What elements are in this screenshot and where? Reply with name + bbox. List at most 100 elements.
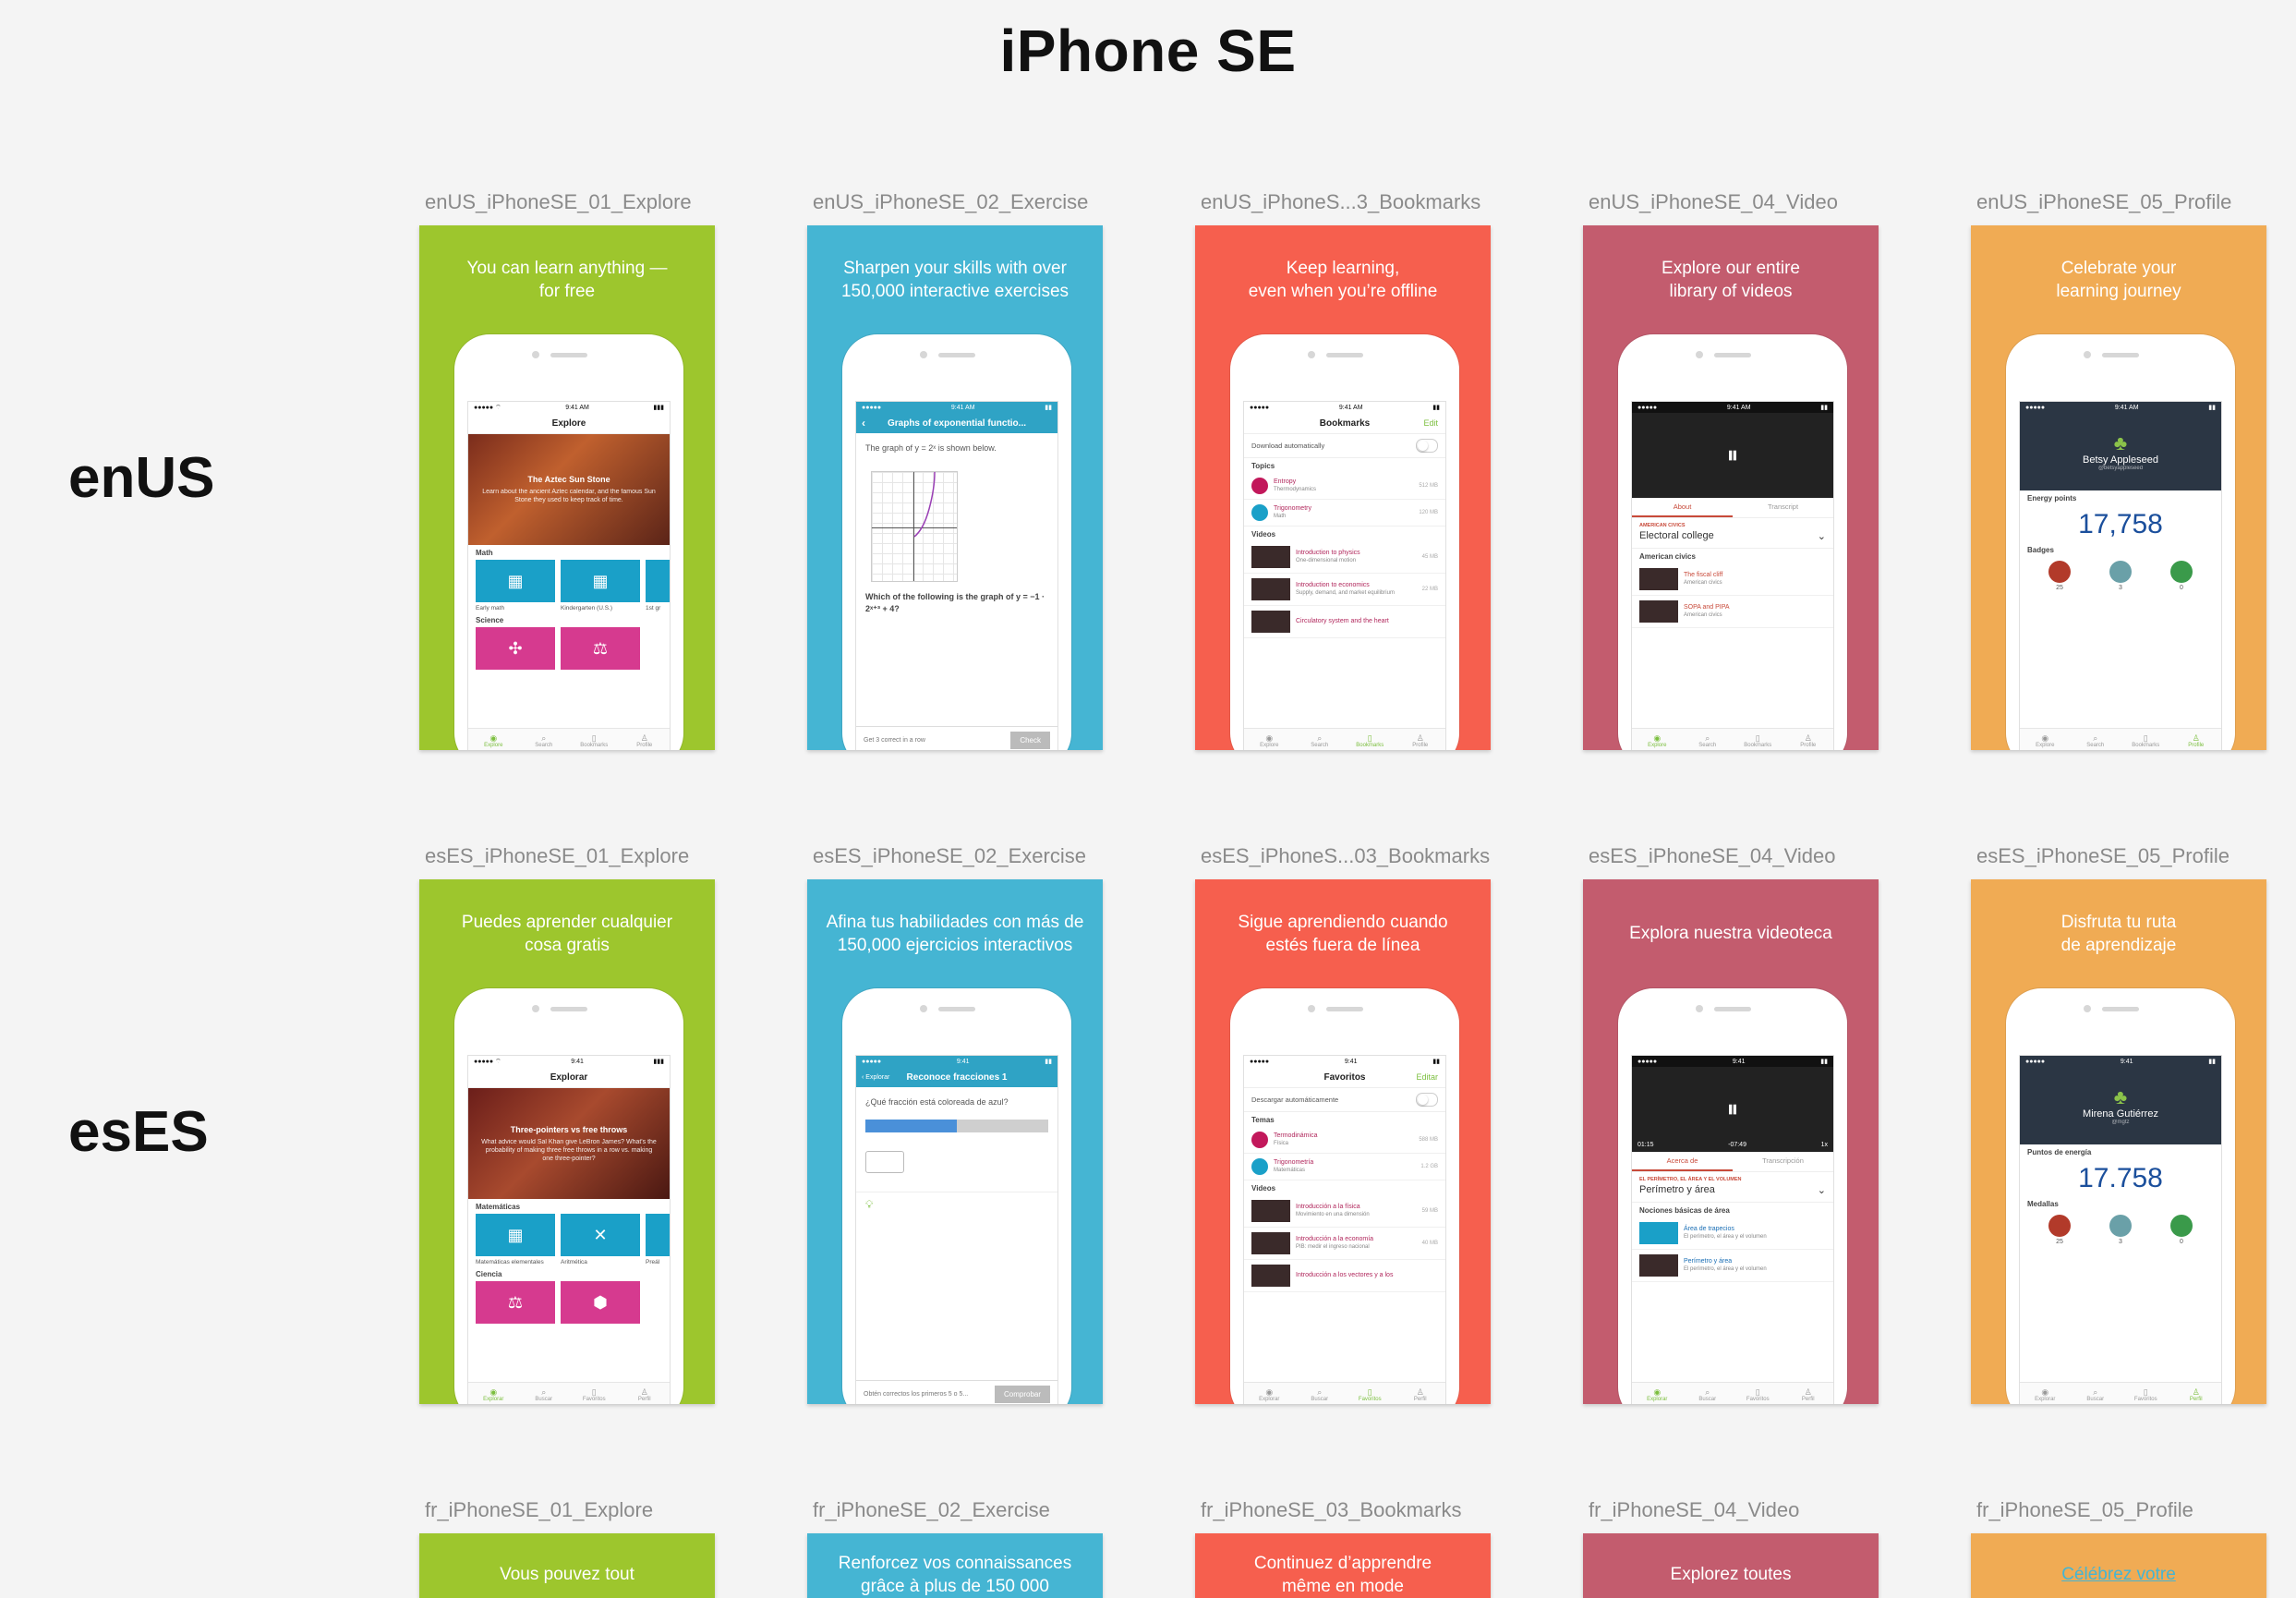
tab-profile[interactable]: ♙ Profile (1783, 729, 1834, 750)
tab-explore[interactable]: ◉ Explorar (468, 1383, 519, 1404)
list-item[interactable]: Introduction to physics One-dimensional m… (1244, 541, 1445, 574)
tab-bookmarks[interactable]: ▯ Bookmarks (1733, 729, 1783, 750)
badge-meteorite[interactable]: 25 (2048, 561, 2071, 591)
tab-search[interactable]: ⌕ Buscar (519, 1383, 570, 1404)
tab-bookmarks[interactable]: ▯ Favoritos (1345, 1383, 1396, 1404)
tab-bookmarks[interactable]: ▯ Bookmarks (569, 729, 620, 750)
tab-profile[interactable]: ♙ Profile (620, 729, 671, 750)
tile-kindergarten[interactable]: ▦ Kindergarten (U.S.) (561, 560, 640, 612)
artboard-enus-profile[interactable]: enUS_iPhoneSE_05_Profile Celebrate your … (1971, 190, 2266, 750)
back-chevron-icon[interactable]: ‹ (862, 417, 865, 430)
tab-bookmarks[interactable]: ▯ Bookmarks (1345, 729, 1396, 750)
artboard-name: enUS_iPhoneSE_04_Video (1589, 190, 1838, 213)
list-item[interactable]: Termodinámica Física 588 MB (1244, 1127, 1445, 1154)
list-item[interactable]: Perímetro y área El perímetro, el área y … (1632, 1250, 1833, 1282)
list-item[interactable]: Introduction to economics Supply, demand,… (1244, 574, 1445, 606)
tab-search[interactable]: ⌕ Search (1683, 729, 1734, 750)
tab-bookmarks[interactable]: ▯ Bookmarks (2121, 729, 2171, 750)
tile-arithmetic[interactable]: ✕ Aritmética (561, 1214, 640, 1266)
artboard-eses-bookmarks[interactable]: esES_iPhoneS...03_Bookmarks Sigue aprend… (1195, 844, 1491, 1404)
artboard-fr-explore[interactable]: fr_iPhoneSE_01_Explore Vous pouvez tout (419, 1498, 715, 1598)
artboard-enus-explore[interactable]: enUS_iPhoneSE_01_Explore You can learn a… (419, 190, 715, 750)
tile-early-math[interactable]: ▦ Early math (476, 560, 555, 612)
back-button[interactable]: ‹ Explorar (862, 1074, 889, 1081)
tab-bookmarks[interactable]: ▯ Favoritos (1733, 1383, 1783, 1404)
badge-earth[interactable]: 0 (2170, 561, 2193, 591)
check-button[interactable]: Comprobar (994, 1385, 1050, 1403)
featured-hero[interactable]: Three-pointers vs free throws What advic… (468, 1088, 670, 1199)
video-title-row[interactable]: Perímetro y área ⌄ (1632, 1182, 1833, 1203)
tab-profile[interactable]: ♙ Profile (1396, 729, 1446, 750)
tab-profile[interactable]: ♙ Perfil (620, 1383, 671, 1404)
tile-early-math[interactable]: ▦ Matemáticas elementales (476, 1214, 555, 1266)
artboard-enus-bookmarks[interactable]: enUS_iPhoneS...3_Bookmarks Keep learning… (1195, 190, 1491, 750)
badge-moon[interactable]: 3 (2109, 1215, 2132, 1245)
tile-first-grade[interactable]: 1st gr (646, 560, 670, 612)
tab-explore[interactable]: ◉ Explore (468, 729, 519, 750)
tab-profile[interactable]: ♙ Perfil (1783, 1383, 1834, 1404)
tile-prealgebra[interactable]: Preál (646, 1214, 670, 1266)
list-item[interactable]: Introducción a la economía PIB: medir el … (1244, 1228, 1445, 1260)
list-item[interactable]: SOPA and PIPA American civics (1632, 596, 1833, 628)
tile-science-2[interactable]: ⚖ (561, 627, 640, 670)
edit-button[interactable]: Editar (1416, 1072, 1438, 1082)
video-title-row[interactable]: Electoral college ⌄ (1632, 528, 1833, 549)
edit-button[interactable]: Edit (1423, 418, 1438, 428)
artboard-fr-exercise[interactable]: fr_iPhoneSE_02_Exercise Renforcez vos co… (807, 1498, 1103, 1598)
video-player[interactable]: ⏸ 01:15 -07:49 1x (1632, 1067, 1833, 1152)
answer-input[interactable] (865, 1151, 904, 1173)
list-item[interactable]: Introducción a los vectores y a los (1244, 1260, 1445, 1292)
artboard-eses-explore[interactable]: esES_iPhoneSE_01_Explore Puedes aprender… (419, 844, 715, 1404)
tab-search[interactable]: ⌕ Buscar (1295, 1383, 1346, 1404)
artboard-enus-exercise[interactable]: enUS_iPhoneSE_02_Exercise Sharpen your s… (807, 190, 1103, 750)
check-button[interactable]: Check (1010, 731, 1050, 749)
tab-explore[interactable]: ◉ Explorar (2020, 1383, 2071, 1404)
tile-science-1[interactable]: ✣ (476, 627, 555, 670)
artboard-eses-exercise[interactable]: esES_iPhoneSE_02_Exercise Afina tus habi… (807, 844, 1103, 1404)
hint-lightbulb-icon[interactable]: 💡︎ (856, 1192, 1057, 1217)
tab-about[interactable]: About (1632, 498, 1733, 517)
tab-about[interactable]: Acerca de (1632, 1152, 1733, 1171)
tab-search[interactable]: ⌕ Buscar (1683, 1383, 1734, 1404)
artboard-eses-profile[interactable]: esES_iPhoneSE_05_Profile Disfruta tu rut… (1971, 844, 2266, 1404)
artboard-enus-video[interactable]: enUS_iPhoneSE_04_Video Explore our entir… (1583, 190, 1879, 750)
tile-science-2[interactable]: ⬢ (561, 1281, 640, 1324)
tab-search[interactable]: ⌕ Search (2071, 729, 2121, 750)
tab-bookmarks[interactable]: ▯ Favoritos (2121, 1383, 2171, 1404)
artboard-eses-video[interactable]: esES_iPhoneSE_04_Video Explora nuestra v… (1583, 844, 1879, 1404)
tab-search[interactable]: ⌕ Search (519, 729, 570, 750)
tab-explore[interactable]: ◉ Explorar (1632, 1383, 1683, 1404)
list-item[interactable]: The fiscal cliff American civics (1632, 563, 1833, 596)
badge-moon[interactable]: 3 (2109, 561, 2132, 591)
pause-icon[interactable]: ⏸ (1726, 441, 1738, 470)
tab-profile[interactable]: ♙ Perfil (2171, 1383, 2222, 1404)
tab-search[interactable]: ⌕ Buscar (2071, 1383, 2121, 1404)
tab-search[interactable]: ⌕ Search (1295, 729, 1346, 750)
badge-earth[interactable]: 0 (2170, 1215, 2193, 1245)
artboard-fr-bookmarks[interactable]: fr_iPhoneSE_03_Bookmarks Continuez d’app… (1195, 1498, 1491, 1598)
download-toggle[interactable] (1416, 439, 1438, 453)
video-player[interactable]: ⏸ (1632, 413, 1833, 498)
list-item[interactable]: Circulatory system and the heart (1244, 606, 1445, 638)
list-item[interactable]: Introducción a la física Movimiento en un… (1244, 1195, 1445, 1228)
list-item[interactable]: Trigonometry Math 120 MB (1244, 500, 1445, 527)
tab-profile[interactable]: ♙ Profile (2171, 729, 2222, 750)
tab-explore[interactable]: ◉ Explore (1244, 729, 1295, 750)
tab-explore[interactable]: ◉ Explorar (1244, 1383, 1295, 1404)
tab-bookmarks[interactable]: ▯ Favoritos (569, 1383, 620, 1404)
list-item[interactable]: Trigonometría Matemáticas 1.2 GB (1244, 1154, 1445, 1180)
tab-explore[interactable]: ◉ Explore (2020, 729, 2071, 750)
artboard-fr-video[interactable]: fr_iPhoneSE_04_Video Explorez toutes (1583, 1498, 1879, 1598)
pause-icon[interactable]: ⏸ (1726, 1095, 1738, 1124)
list-item[interactable]: Entropy Thermodynamics 512 MB (1244, 473, 1445, 500)
tab-explore[interactable]: ◉ Explore (1632, 729, 1683, 750)
featured-hero[interactable]: The Aztec Sun Stone Learn about the anci… (468, 434, 670, 545)
tab-profile[interactable]: ♙ Perfil (1396, 1383, 1446, 1404)
tab-transcript[interactable]: Transcript (1733, 498, 1833, 517)
artboard-fr-profile[interactable]: fr_iPhoneSE_05_Profile Célébrez votre (1971, 1498, 2266, 1598)
tab-transcript[interactable]: Transcripción (1733, 1152, 1833, 1171)
list-item[interactable]: Área de trapecios El perímetro, el área y… (1632, 1217, 1833, 1250)
tile-science-1[interactable]: ⚖ (476, 1281, 555, 1324)
download-toggle[interactable] (1416, 1093, 1438, 1107)
badge-meteorite[interactable]: 25 (2048, 1215, 2071, 1245)
